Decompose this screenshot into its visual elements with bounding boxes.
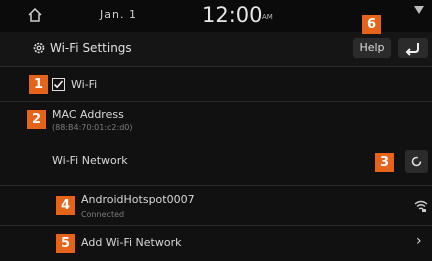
wifi-checkbox[interactable] <box>52 78 65 91</box>
date-display: Jan. 1 <box>100 8 137 21</box>
chevron-right-icon: › <box>416 233 422 249</box>
add-wifi-network-label: Add Wi-Fi Network <box>81 236 182 249</box>
callout-badge-2: 2 <box>27 110 46 129</box>
page-title: Wi-Fi Settings <box>50 41 132 55</box>
clock-display: 12:00 <box>202 3 263 27</box>
wifi-toggle-row[interactable]: 1 Wi-Fi <box>0 67 432 102</box>
network-list-item[interactable]: 4 AndroidHotspot0007 Connected <box>0 186 432 226</box>
refresh-button[interactable] <box>405 150 428 173</box>
network-name: AndroidHotspot0007 <box>81 193 195 206</box>
callout-badge-5: 5 <box>56 234 75 253</box>
wifi-signal-icon <box>414 200 428 212</box>
home-icon[interactable] <box>28 8 42 22</box>
gear-icon <box>33 42 45 54</box>
callout-badge-4: 4 <box>56 196 75 215</box>
callout-badge-3: 3 <box>375 153 394 172</box>
refresh-icon <box>411 156 422 167</box>
add-wifi-network-row[interactable]: 5 Add Wi-Fi Network › <box>0 226 432 261</box>
mac-address-label: MAC Address <box>52 108 124 121</box>
wifi-network-header-row: Wi-Fi Network 3 <box>0 137 432 186</box>
callout-badge-1: 1 <box>29 75 48 94</box>
ampm-indicator: AM <box>262 13 273 21</box>
mac-address-value: (88:B4:70:01:c2:d0) <box>52 123 133 132</box>
wifi-label: Wi-Fi <box>71 78 98 91</box>
back-icon <box>405 43 419 56</box>
signal-icon <box>414 6 424 14</box>
wifi-network-label: Wi-Fi Network <box>52 154 128 167</box>
callout-badge-6: 6 <box>362 15 381 34</box>
help-button[interactable]: Help <box>353 38 391 58</box>
back-button[interactable] <box>398 38 428 58</box>
mac-address-row: 2 MAC Address (88:B4:70:01:c2:d0) <box>0 102 432 136</box>
network-status: Connected <box>81 210 125 219</box>
settings-header: Wi-Fi Settings Help <box>0 32 432 67</box>
